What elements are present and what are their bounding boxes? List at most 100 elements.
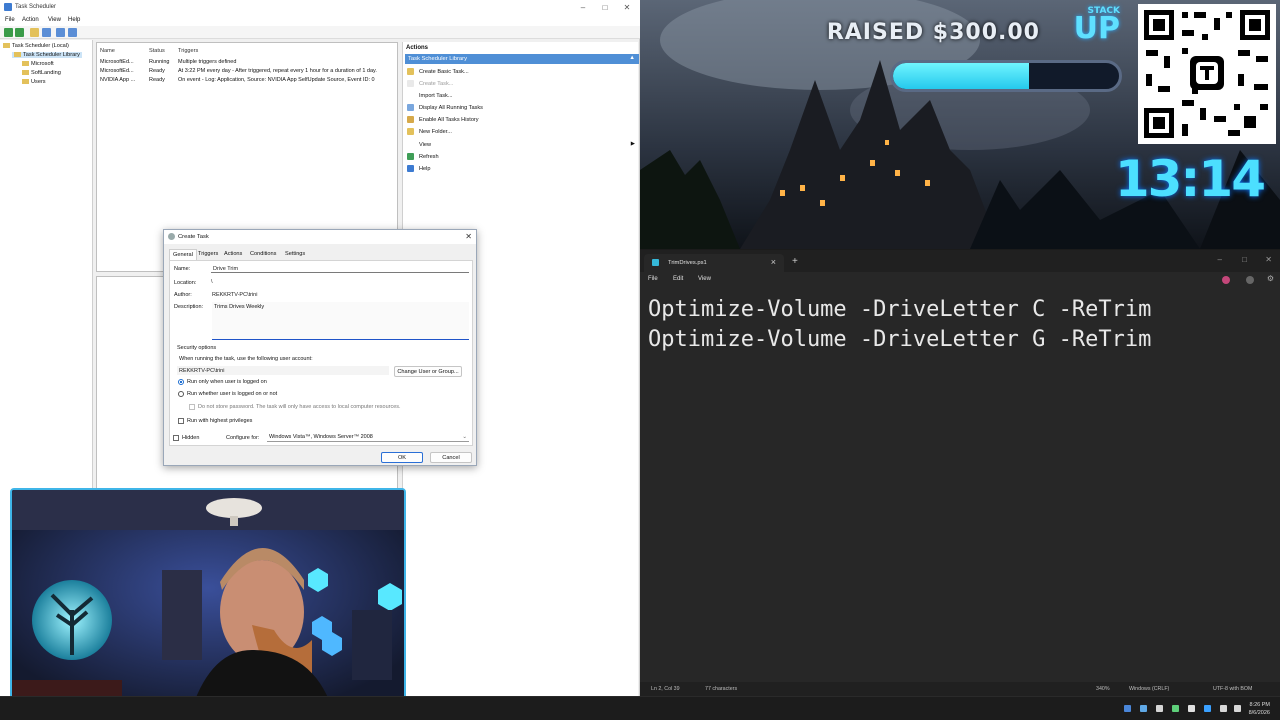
- highest-privileges-checkbox[interactable]: [178, 418, 184, 424]
- copilot-icon[interactable]: [1222, 276, 1230, 284]
- column-status[interactable]: Status: [149, 48, 165, 54]
- column-triggers[interactable]: Triggers: [178, 48, 198, 54]
- tab-triggers[interactable]: Triggers: [198, 251, 218, 257]
- ok-button[interactable]: OK: [381, 452, 423, 463]
- table-row[interactable]: MicrosoftEd... Ready At 3:22 PM every da…: [100, 67, 396, 76]
- controller-icon[interactable]: [1156, 705, 1163, 712]
- forward-icon[interactable]: [15, 28, 24, 37]
- no-password-checkbox[interactable]: [189, 404, 195, 410]
- action-create-task[interactable]: Create Task...: [407, 80, 453, 90]
- author-label: Author:: [174, 292, 192, 298]
- show-hide-icon[interactable]: [42, 28, 51, 37]
- refresh-icon: [407, 153, 414, 160]
- tree-item-users[interactable]: Users: [22, 79, 46, 85]
- maximize-button[interactable]: □: [1242, 255, 1247, 264]
- hidden-checkbox[interactable]: [173, 435, 179, 441]
- menu-bar: File Action View Help: [0, 15, 640, 26]
- actions-section[interactable]: Task Scheduler Library ▲: [405, 54, 639, 64]
- tree-library[interactable]: Task Scheduler Library: [12, 52, 82, 58]
- run-whether-radio[interactable]: [178, 391, 184, 397]
- action-refresh[interactable]: Refresh: [407, 153, 439, 163]
- app-tray-icon[interactable]: [1172, 705, 1179, 712]
- system-clock[interactable]: 8:26 PM 8/6/2026: [1249, 701, 1270, 717]
- table-row[interactable]: NVIDIA App ... Ready On event - Log: App…: [100, 76, 396, 85]
- properties-icon[interactable]: [56, 28, 65, 37]
- close-tab-icon[interactable]: ×: [771, 257, 776, 267]
- line-ending[interactable]: Windows (CRLF): [1129, 686, 1169, 692]
- action-create-basic-task[interactable]: Create Basic Task...: [407, 68, 469, 78]
- encoding[interactable]: UTF-8 with BOM: [1213, 686, 1252, 692]
- close-button[interactable]: ✕: [616, 2, 638, 13]
- account-icon[interactable]: [1246, 276, 1254, 284]
- clock-time: 8:26 PM: [1249, 702, 1270, 708]
- security-options-header: Security options: [177, 345, 217, 351]
- action-import-task[interactable]: Import Task...: [407, 92, 452, 102]
- tab-settings[interactable]: Settings: [285, 251, 305, 257]
- description-field[interactable]: Trims Drives Weekly: [212, 302, 469, 340]
- action-help[interactable]: Help: [407, 165, 431, 175]
- menu-help[interactable]: Help: [68, 17, 80, 23]
- donation-progress-fill: [893, 63, 1029, 89]
- close-icon[interactable]: ✕: [465, 232, 472, 241]
- minimize-button[interactable]: –: [1218, 255, 1222, 264]
- close-button[interactable]: ✕: [1265, 255, 1272, 264]
- new-tab-icon[interactable]: +: [792, 256, 798, 267]
- tree-item-microsoft[interactable]: Microsoft: [22, 61, 54, 67]
- display-icon[interactable]: [1220, 705, 1227, 712]
- gear-icon[interactable]: ⚙: [1267, 274, 1274, 283]
- menu-view[interactable]: View: [698, 276, 711, 282]
- menu-action[interactable]: Action: [22, 17, 39, 23]
- tab-actions[interactable]: Actions: [224, 251, 242, 257]
- author-value: REKKRTV-PC\trini: [212, 292, 258, 298]
- configure-select[interactable]: Windows Vista™, Windows Server™ 2008 ⌄: [267, 433, 469, 442]
- bluetooth-icon[interactable]: [1140, 705, 1147, 712]
- wifi-icon[interactable]: [1204, 705, 1211, 712]
- action-enable-history[interactable]: Enable All Tasks History: [407, 116, 479, 126]
- maximize-button[interactable]: □: [594, 2, 616, 13]
- history-icon: [407, 116, 414, 123]
- action-view[interactable]: View ▶: [407, 141, 635, 151]
- no-password-label: Do not store password. The task will onl…: [198, 404, 401, 410]
- minimize-button[interactable]: –: [572, 2, 594, 13]
- panel-icon[interactable]: [68, 28, 77, 37]
- menu-file[interactable]: File: [648, 276, 658, 282]
- usb-icon[interactable]: [1188, 705, 1195, 712]
- tree-item-softlanding[interactable]: SoftLanding: [22, 70, 61, 76]
- list-icon: [407, 104, 414, 111]
- notepad-tab[interactable]: TrimDrives.ps1 ×: [644, 254, 784, 272]
- menu-file[interactable]: File: [5, 17, 15, 23]
- countdown-timer: 13:14: [1114, 150, 1266, 208]
- column-name[interactable]: Name: [100, 48, 115, 54]
- actions-header: Actions: [406, 45, 429, 51]
- run-logged-on-label: Run only when user is logged on: [187, 379, 267, 385]
- folder-icon: [22, 79, 29, 85]
- tab-conditions[interactable]: Conditions: [250, 251, 276, 257]
- menu-view[interactable]: View: [48, 17, 61, 23]
- action-display-running[interactable]: Display All Running Tasks: [407, 104, 483, 114]
- folder-icon: [22, 70, 29, 76]
- table-row[interactable]: MicrosoftEd... Running Multiple triggers…: [100, 58, 396, 67]
- run-logged-on-radio[interactable]: [178, 379, 184, 385]
- taskbar: 8:26 PM 8/6/2026: [0, 696, 1280, 720]
- name-field[interactable]: Drive Trim: [211, 264, 469, 273]
- dialog-title: Create Task: [178, 234, 209, 240]
- volume-icon[interactable]: [1234, 705, 1241, 712]
- network-icon[interactable]: [1124, 705, 1131, 712]
- clock-date: 8/6/2026: [1248, 710, 1270, 716]
- back-icon[interactable]: [4, 28, 13, 37]
- folder-icon: [22, 61, 29, 67]
- action-new-folder[interactable]: New Folder...: [407, 128, 452, 138]
- configure-label: Configure for:: [226, 435, 260, 441]
- account-prompt: When running the task, use the following…: [179, 356, 313, 362]
- folder-icon: [407, 128, 414, 135]
- change-user-button[interactable]: Change User or Group...: [394, 366, 462, 377]
- editor-text-area[interactable]: Optimize-Volume -DriveLetter C -ReTrim Op…: [648, 295, 1151, 355]
- collapse-icon[interactable]: ▲: [629, 55, 635, 61]
- editor-line: Optimize-Volume -DriveLetter C -ReTrim: [648, 297, 1152, 322]
- tree-root[interactable]: Task Scheduler (Local): [3, 43, 69, 49]
- up-folder-icon[interactable]: [30, 28, 39, 37]
- cancel-button[interactable]: Cancel: [430, 452, 472, 463]
- menu-edit[interactable]: Edit: [673, 276, 683, 282]
- location-value: \: [211, 279, 213, 285]
- zoom-level[interactable]: 340%: [1096, 686, 1110, 692]
